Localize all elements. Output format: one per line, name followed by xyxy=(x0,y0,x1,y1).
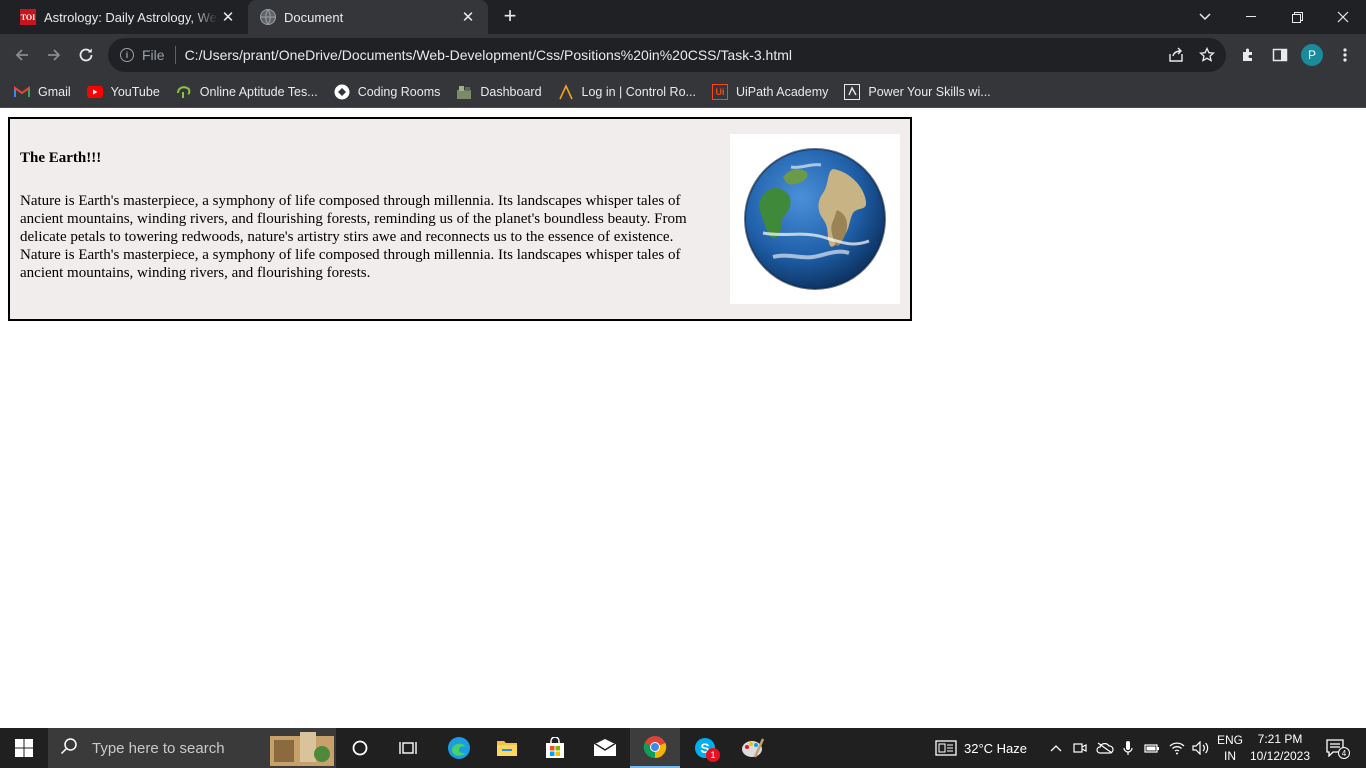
cortana-icon[interactable] xyxy=(342,728,378,768)
bookmark-coding-rooms[interactable]: Coding Rooms xyxy=(334,84,441,100)
bookmark-power-skills[interactable]: Power Your Skills wi... xyxy=(844,83,991,100)
minimize-button[interactable] xyxy=(1228,0,1274,34)
bookmark-label: YouTube xyxy=(110,84,160,99)
windows-logo-icon xyxy=(15,739,33,757)
side-panel-icon[interactable] xyxy=(1266,41,1294,69)
bookmark-uipath[interactable]: Ui UiPath Academy xyxy=(711,83,829,100)
start-button[interactable] xyxy=(0,728,48,768)
taskbar-search[interactable]: Type here to search xyxy=(48,728,336,768)
bookmark-gmail[interactable]: Gmail xyxy=(14,84,71,100)
tab-astrology[interactable]: TOI Astrology: Daily Astrology, Weekly ✕ xyxy=(8,0,248,34)
chrome-taskbar-icon[interactable] xyxy=(630,728,680,768)
tab-search-button[interactable] xyxy=(1182,0,1228,34)
bookmark-control-room[interactable]: Log in | Control Ro... xyxy=(558,83,696,100)
new-tab-button[interactable]: + xyxy=(498,5,522,29)
bookmark-label: Coding Rooms xyxy=(357,84,441,99)
url-text[interactable]: C:/Users/prant/OneDrive/Documents/Web-De… xyxy=(185,47,792,63)
language-code: ENG xyxy=(1216,733,1243,747)
tab-title: Astrology: Daily Astrology, Weekly xyxy=(44,9,218,25)
system-clock[interactable]: 7:21 PM 10/12/2023 xyxy=(1244,731,1316,765)
news-widget-icon[interactable] xyxy=(932,728,960,768)
bookmark-label: Dashboard xyxy=(480,84,542,99)
page-heading: The Earth!!! xyxy=(20,150,102,166)
control-room-icon xyxy=(558,83,574,100)
weather-widget[interactable]: 32°C Haze xyxy=(964,728,1038,768)
bookmark-aptitude[interactable]: Online Aptitude Tes... xyxy=(176,84,318,100)
bookmark-label: UiPath Academy xyxy=(735,84,829,99)
close-icon[interactable]: ✕ xyxy=(458,8,478,26)
clock-time: 7:21 PM xyxy=(1257,732,1303,746)
back-button[interactable] xyxy=(8,41,36,69)
battery-icon[interactable] xyxy=(1142,728,1162,768)
youtube-icon xyxy=(86,84,103,100)
skype-badge: 1 xyxy=(706,748,720,762)
store-icon[interactable] xyxy=(536,728,574,768)
profile-avatar[interactable]: P xyxy=(1301,44,1323,66)
page-viewport: The Earth!!! Nature is Earth's masterpie… xyxy=(0,109,1366,728)
power-skills-icon xyxy=(844,83,861,100)
onedrive-paused-icon[interactable] xyxy=(1094,728,1116,768)
windows-taskbar: Type here to search S 1 32°C Haze ENG IN… xyxy=(0,728,1366,768)
show-hidden-icons-chevron-icon[interactable] xyxy=(1046,728,1066,768)
reload-button[interactable] xyxy=(72,41,100,69)
browser-toolbar: i File C:/Users/prant/OneDrive/Documents… xyxy=(0,34,1366,76)
gmail-icon xyxy=(14,84,30,100)
task-view-icon[interactable] xyxy=(390,728,426,768)
edge-icon[interactable] xyxy=(440,728,478,768)
globe-icon xyxy=(260,9,276,25)
coding-rooms-icon xyxy=(334,84,350,100)
bookmark-label: Power Your Skills wi... xyxy=(868,84,991,99)
share-icon[interactable] xyxy=(1168,47,1184,67)
bookmark-star-icon[interactable] xyxy=(1198,46,1216,67)
paint-icon[interactable] xyxy=(732,728,774,768)
bookmark-label: Online Aptitude Tes... xyxy=(199,84,318,99)
bookmarks-bar: Gmail YouTube Online Aptitude Tes... Cod… xyxy=(0,76,1366,108)
region-code: IN xyxy=(1224,749,1236,763)
tab-document[interactable]: Document ✕ xyxy=(248,0,488,34)
toi-icon: TOI xyxy=(20,9,36,25)
notification-center-icon[interactable]: 4 xyxy=(1320,728,1352,768)
tab-title: Document xyxy=(284,9,344,25)
forward-button[interactable] xyxy=(40,41,68,69)
bookmark-label: Log in | Control Ro... xyxy=(581,84,696,99)
scheme-label: File xyxy=(142,47,165,63)
restore-button[interactable] xyxy=(1274,0,1320,34)
divider xyxy=(174,46,176,64)
close-window-button[interactable] xyxy=(1320,0,1366,34)
bookmark-label: Gmail xyxy=(38,84,71,99)
tab-strip: TOI Astrology: Daily Astrology, Weekly ✕… xyxy=(0,0,1366,34)
mail-icon[interactable] xyxy=(584,728,626,768)
notification-count-badge: 4 xyxy=(1338,747,1350,759)
file-explorer-icon[interactable] xyxy=(488,728,526,768)
search-highlight-icon[interactable] xyxy=(270,730,334,768)
earth-globe-image xyxy=(730,134,900,304)
bookmark-youtube[interactable]: YouTube xyxy=(86,84,160,100)
aptitude-icon xyxy=(176,84,192,100)
earth-card: The Earth!!! Nature is Earth's masterpie… xyxy=(8,117,912,321)
address-bar[interactable]: i File C:/Users/prant/OneDrive/Documents… xyxy=(108,38,1226,72)
extensions-icon[interactable] xyxy=(1234,41,1262,69)
search-icon xyxy=(60,737,78,760)
microphone-icon[interactable] xyxy=(1118,728,1138,768)
language-indicator[interactable]: ENG IN xyxy=(1214,728,1246,768)
info-icon[interactable]: i xyxy=(120,48,134,62)
uipath-icon: Ui xyxy=(711,83,728,100)
volume-icon[interactable] xyxy=(1190,728,1212,768)
dashboard-icon xyxy=(456,84,472,100)
skype-icon[interactable]: S 1 xyxy=(684,728,726,768)
search-placeholder: Type here to search xyxy=(92,739,225,757)
weather-text: 32°C Haze xyxy=(964,740,1028,756)
wifi-icon[interactable] xyxy=(1166,728,1188,768)
close-icon[interactable]: ✕ xyxy=(218,8,238,26)
meet-now-icon[interactable] xyxy=(1070,728,1090,768)
page-paragraph: Nature is Earth's masterpiece, a symphon… xyxy=(20,193,687,281)
clock-date: 10/12/2023 xyxy=(1249,749,1311,763)
bookmark-dashboard[interactable]: Dashboard xyxy=(456,84,542,100)
menu-kebab-icon[interactable] xyxy=(1331,41,1359,69)
